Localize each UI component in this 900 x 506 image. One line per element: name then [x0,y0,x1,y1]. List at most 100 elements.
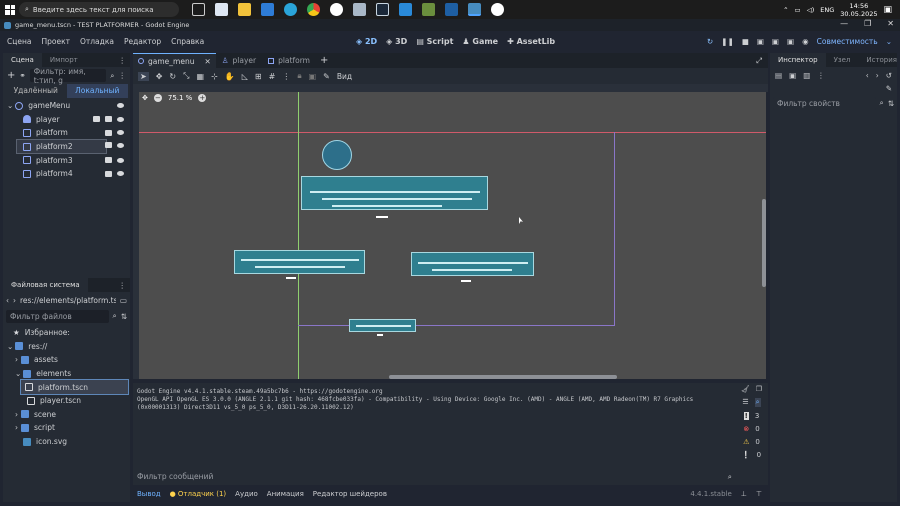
task-view-icon[interactable] [192,3,205,16]
file-item-icon-svg[interactable]: icon.svg [3,435,130,449]
platform-node[interactable] [301,176,488,210]
add-tab-icon[interactable]: + [320,55,328,66]
link-icon[interactable]: ⚭ [19,71,25,80]
menu-debug[interactable]: Отладка [75,37,119,46]
file-item-favorites[interactable]: ★ Избранное: [3,326,130,340]
scene-filter-input[interactable]: Фильтр: имя, t:тип, g [29,67,107,85]
deploy-icon[interactable]: ◉ [802,37,809,46]
zoom-out-button[interactable]: − [153,94,162,102]
platform2-node[interactable] [234,250,365,274]
warning-count-icon[interactable]: ⚠︎ [743,438,749,446]
zoom-level[interactable]: 75.1 % [168,94,192,102]
file-item-elements[interactable]: ⌄ elements [3,367,130,381]
group-icon[interactable]: ▣ [309,72,317,81]
workspace-2d[interactable]: ◈ 2D [356,37,377,46]
path-field[interactable]: res://elements/platform.ts [20,296,116,305]
remote-debug-icon[interactable]: ▣ [757,37,764,46]
message-filter-input[interactable]: Фильтр сообщений [137,472,728,481]
network-icon[interactable]: ▭ [795,6,801,14]
platform3-node[interactable] [411,252,534,276]
pan-tool-icon[interactable]: ✋ [225,72,235,81]
tree-node-platform[interactable]: platform [3,126,130,140]
tab-audio[interactable]: Аудио [235,490,258,498]
file-item-player-tscn[interactable]: player.tscn [3,394,130,408]
search-log-icon[interactable]: ⌕ [754,398,761,407]
tree-node-player[interactable]: player [3,113,130,127]
open-scene-icon[interactable] [105,129,112,136]
pin-icon[interactable]: ⊥ [741,490,747,498]
file-item-assets[interactable]: › assets [3,353,130,367]
tab-output[interactable]: Вывод [137,490,161,498]
reload-icon[interactable]: ↻ [707,37,713,46]
tab-game-menu[interactable]: game_menu ✕ [133,53,216,68]
menu-icon[interactable]: ⋮ [817,71,825,80]
close-button[interactable]: ✕ [887,19,894,28]
pivot-tool-icon[interactable]: ⊹ [211,72,218,81]
tree-node-platform4[interactable]: platform4 [3,167,130,181]
load-resource-icon[interactable]: ▣ [789,71,796,80]
open-scene-icon[interactable] [105,142,112,148]
new-resource-icon[interactable]: ▤ [775,71,782,80]
property-filter-input[interactable]: Фильтр свойств [773,96,876,110]
move-tool-icon[interactable]: ✥ [156,72,163,81]
split-view-icon[interactable]: ▭ [120,296,127,305]
pause-icon[interactable]: ❚❚ [721,37,734,46]
tab-history[interactable]: История [858,53,900,67]
tab-debugger[interactable]: ● Отладчик (1) [170,490,227,498]
menu-help[interactable]: Справка [166,37,209,46]
bone-icon[interactable]: ✎ [323,72,330,81]
workspace-3d[interactable]: ◈ 3D [386,37,407,46]
canvas-viewport[interactable]: ✥ − 75.1 % + [139,92,766,379]
tab-shader-editor[interactable]: Редактор шейдеров [313,490,387,498]
taskbar-search-input[interactable]: ⌕ Введите здесь текст для поиска [19,2,179,17]
message-count-icon[interactable]: ! [743,412,749,420]
copy-log-icon[interactable]: ❐ [756,385,762,393]
center-view-icon[interactable]: ✥ [142,94,148,102]
history-icon[interactable]: ↺ [886,71,892,80]
chevron-up-icon[interactable]: ⌃ [783,6,788,14]
menu-editor[interactable]: Редактор [119,37,166,46]
tab-platform[interactable]: platform [262,53,316,68]
workspace-assetlib[interactable]: ✚ AssetLib [507,37,555,46]
renderer-selector[interactable]: Совместимость [817,37,878,46]
workspace-game[interactable]: ♟ Game [462,37,498,46]
visibility-icon[interactable] [117,116,124,122]
history-forward-icon[interactable]: › [876,71,879,80]
file-item-res[interactable]: ⌄ res:// [3,340,130,354]
minecraft-icon[interactable] [422,3,435,16]
play-custom-icon[interactable]: ▣ [772,37,779,46]
tab-animation[interactable]: Анимация [267,490,304,498]
select-tool-icon[interactable]: ➤ [138,71,149,81]
notification-icon[interactable]: ▣ [883,5,892,15]
steam-icon[interactable] [376,3,389,16]
smart-snap-icon[interactable]: ⊞ [255,72,262,81]
menu-scene[interactable]: Сцена [2,37,36,46]
snap-options-icon[interactable]: ⋮ [282,72,290,81]
version-label[interactable]: 4.4.1.stable [690,490,731,498]
mail-icon[interactable] [261,3,274,16]
lock-icon[interactable]: 🔒︎ [297,71,301,81]
godot-icon[interactable] [468,3,481,16]
visibility-icon[interactable] [117,157,124,163]
tab-inspector[interactable]: Инспектор [770,53,826,67]
info-count-icon[interactable]: ❕ [742,451,751,459]
calendar-icon[interactable] [215,3,228,16]
open-scene-icon[interactable] [93,116,100,123]
add-node-icon[interactable]: + [7,70,15,81]
tab-node[interactable]: Узел [826,53,859,67]
visibility-icon[interactable] [117,130,124,136]
file-filter-input[interactable]: Фильтр файлов [6,309,109,323]
save-resource-icon[interactable]: ▥ [803,71,810,80]
explorer-icon[interactable] [238,3,251,16]
tab-filesystem[interactable]: Файловая система [3,278,88,292]
tab-local[interactable]: Локальный [66,84,128,98]
list-select-icon[interactable]: ▦ [197,72,205,81]
scale-tool-icon[interactable]: ⤡ [183,71,189,81]
visibility-icon[interactable] [117,171,124,177]
tab-remote[interactable]: Удалённый [5,84,67,98]
error-count-icon[interactable]: ⊗ [743,425,749,433]
open-scene-icon[interactable] [105,170,112,177]
menu-project[interactable]: Проект [36,37,75,46]
menu-icon[interactable]: ⋮ [119,71,127,80]
start-icon[interactable] [5,4,15,15]
